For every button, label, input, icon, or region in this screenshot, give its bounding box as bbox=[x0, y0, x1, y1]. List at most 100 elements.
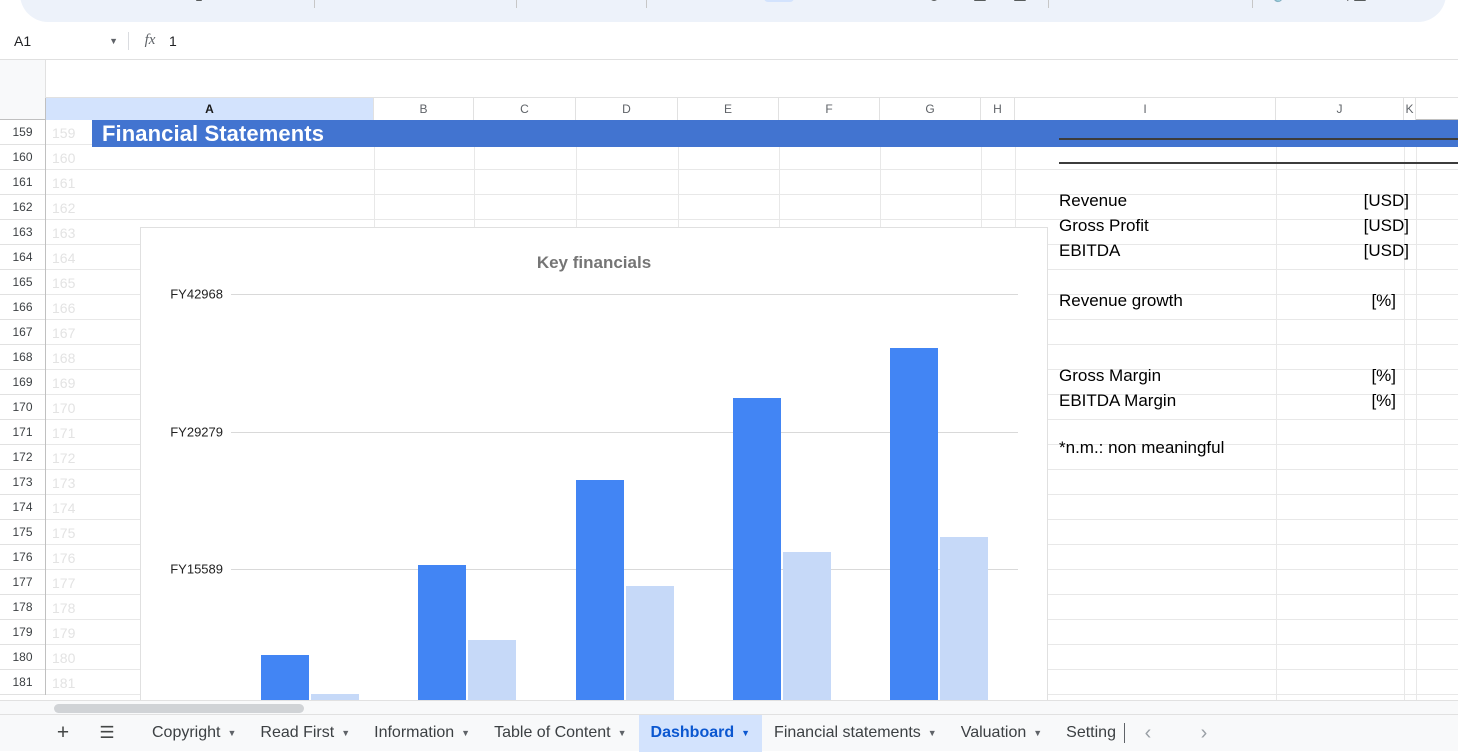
cell-a-166[interactable]: 166 bbox=[46, 295, 92, 320]
bold-icon[interactable]: B bbox=[764, 0, 794, 16]
row-header-170[interactable]: 170 bbox=[0, 395, 45, 420]
chevron-down-icon[interactable]: ▼ bbox=[227, 728, 236, 738]
column-header-k[interactable]: K bbox=[1404, 98, 1416, 120]
chevron-down-icon[interactable]: ▼ bbox=[461, 728, 470, 738]
cell-a-161[interactable]: 161 bbox=[46, 170, 92, 195]
row-header-161[interactable]: 161 bbox=[0, 170, 45, 195]
row-header-169[interactable]: 169 bbox=[0, 370, 45, 395]
print-icon[interactable]: ↺ bbox=[110, 0, 136, 16]
undo-icon[interactable]: ‹ bbox=[42, 0, 68, 16]
row-header-168[interactable]: 168 bbox=[0, 345, 45, 370]
comment-icon[interactable]: murmur; bbox=[1310, 0, 1334, 16]
row-header-181[interactable]: 181 bbox=[0, 670, 45, 695]
currency-icon[interactable]: † bbox=[330, 0, 348, 16]
text-rotation-icon[interactable]: ↗ bbox=[1212, 0, 1236, 16]
cell-a-169[interactable]: 169 bbox=[46, 370, 92, 395]
row-header-179[interactable]: 179 bbox=[0, 620, 45, 645]
filter-icon[interactable]: ▼ bbox=[1390, 0, 1406, 16]
column-header-j[interactable]: J bbox=[1276, 98, 1404, 120]
row-header-174[interactable]: 174 bbox=[0, 495, 45, 520]
chevron-down-icon[interactable]: ▼ bbox=[1033, 728, 1042, 738]
next-sheet-arrow[interactable]: › bbox=[1187, 716, 1221, 750]
key-financials-chart[interactable]: Key financials FY42968FY29279FY15589FY18… bbox=[140, 227, 1048, 700]
horizontal-align-icon[interactable]: ☰ bbox=[1066, 0, 1090, 16]
select-all-corner[interactable] bbox=[0, 98, 46, 120]
cell-a-179[interactable]: 179 bbox=[46, 620, 92, 645]
row-header-164[interactable]: 164 bbox=[0, 245, 45, 270]
cell-a-171[interactable]: 171 bbox=[46, 420, 92, 445]
row-header-165[interactable]: 165 bbox=[0, 270, 45, 295]
column-header-h[interactable]: H bbox=[981, 98, 1015, 120]
paint-format-icon[interactable]: ⎙ bbox=[146, 0, 172, 16]
column-header-i[interactable]: I bbox=[1015, 98, 1276, 120]
row-header-159[interactable]: 159 bbox=[0, 120, 45, 145]
sheet-tab-setting[interactable]: Setting bbox=[1054, 715, 1127, 752]
cell-a-170[interactable]: 170 bbox=[46, 395, 92, 420]
strikethrough-icon[interactable]: S bbox=[840, 0, 864, 16]
chevron-down-icon[interactable]: ▼ bbox=[618, 728, 627, 738]
cell-a-165[interactable]: 165 bbox=[46, 270, 92, 295]
borders-icon[interactable]: ▦ bbox=[968, 0, 992, 16]
sheet-tab-copyright[interactable]: Copyright▼ bbox=[140, 715, 248, 752]
cell-a-176[interactable]: 176 bbox=[46, 545, 92, 570]
chart-bar-fy2022-series1[interactable] bbox=[261, 655, 309, 700]
sheet-tab-dashboard[interactable]: Dashboard▼ bbox=[639, 715, 763, 752]
cell-a-163[interactable]: 163 bbox=[46, 220, 92, 245]
cell-a-173[interactable]: 173 bbox=[46, 470, 92, 495]
chart-bar-fy2024-series1[interactable] bbox=[576, 480, 624, 700]
add-sheet-button[interactable]: + bbox=[46, 716, 80, 750]
sheet-tab-table-of-content[interactable]: Table of Content▼ bbox=[482, 715, 638, 752]
row-header-163[interactable]: 163 bbox=[0, 220, 45, 245]
increase-decimal-icon[interactable]: → bbox=[444, 0, 464, 16]
column-header-b[interactable]: B bbox=[374, 98, 474, 120]
redo-icon[interactable]: ↻ bbox=[76, 0, 102, 16]
cell-a-181[interactable]: 181 bbox=[46, 670, 92, 695]
chart-bar-fy2025-series1[interactable] bbox=[733, 398, 781, 700]
row-header-166[interactable]: 166 bbox=[0, 295, 45, 320]
vertical-align-icon[interactable]: ↕ bbox=[1116, 0, 1140, 16]
chevron-down-icon[interactable]: ▼ bbox=[341, 728, 350, 738]
row-header-177[interactable]: 177 bbox=[0, 570, 45, 595]
horizontal-scrollbar-thumb[interactable] bbox=[54, 704, 304, 713]
name-box[interactable]: A1 ▼ bbox=[8, 28, 126, 54]
chart-bar-fy2026-series1[interactable] bbox=[890, 348, 938, 700]
row-header-175[interactable]: 175 bbox=[0, 520, 45, 545]
row-header-180[interactable]: 180 bbox=[0, 645, 45, 670]
cell-a-172[interactable]: 172 bbox=[46, 445, 92, 470]
cell-a-178[interactable]: 178 bbox=[46, 595, 92, 620]
cell-a-162[interactable]: 162 bbox=[46, 195, 92, 220]
more-formats-icon[interactable]: ⋯ bbox=[486, 0, 504, 16]
fill-color-icon[interactable]: ◉ bbox=[920, 0, 948, 16]
column-header-c[interactable]: C bbox=[474, 98, 576, 120]
font-size-increase-icon[interactable]: + bbox=[730, 0, 746, 16]
row-header-167[interactable]: 167 bbox=[0, 320, 45, 345]
row-header-172[interactable]: 172 bbox=[0, 445, 45, 470]
chart-bar-fy2023-series2[interactable] bbox=[468, 640, 516, 700]
sheet-tab-financial-statements[interactable]: Financial statements▼ bbox=[762, 715, 949, 752]
insert-chart-icon[interactable]: ▦ bbox=[1348, 0, 1372, 16]
row-header-176[interactable]: 176 bbox=[0, 545, 45, 570]
functions-icon[interactable]: Σ bbox=[1420, 0, 1444, 16]
spreadsheet-grid[interactable]: ABCDEFGHIJK 1591601611621631641651661671… bbox=[0, 60, 1458, 700]
link-icon[interactable]: 🔗 bbox=[1270, 0, 1294, 16]
cell-a-167[interactable]: 167 bbox=[46, 320, 92, 345]
chart-bar-fy2023-series1[interactable] bbox=[418, 565, 466, 700]
row-header-173[interactable]: 173 bbox=[0, 470, 45, 495]
merge-cells-icon[interactable]: ◫ bbox=[1008, 0, 1032, 16]
row-header-162[interactable]: 162 bbox=[0, 195, 45, 220]
column-header-f[interactable]: F bbox=[779, 98, 880, 120]
font-family-select[interactable]: Arial bbox=[532, 0, 558, 2]
sheet-tab-valuation[interactable]: Valuation▼ bbox=[949, 715, 1054, 752]
column-header-g[interactable]: G bbox=[880, 98, 981, 120]
sheet-tab-information[interactable]: Information▼ bbox=[362, 715, 482, 752]
percent-icon[interactable]: % bbox=[366, 0, 384, 16]
chart-bar-fy2026-series2[interactable] bbox=[940, 537, 988, 700]
cell-a-175[interactable]: 175 bbox=[46, 520, 92, 545]
formula-input[interactable]: 1 bbox=[169, 33, 177, 49]
chevron-down-icon[interactable]: ▼ bbox=[741, 728, 750, 738]
prev-sheet-arrow[interactable]: ‹ bbox=[1131, 716, 1165, 750]
chart-bar-fy2022-series2[interactable] bbox=[311, 694, 359, 700]
text-color-icon[interactable]: A bbox=[872, 0, 900, 16]
cell-a-164[interactable]: 164 bbox=[46, 245, 92, 270]
cell-a-168[interactable]: 168 bbox=[46, 345, 92, 370]
